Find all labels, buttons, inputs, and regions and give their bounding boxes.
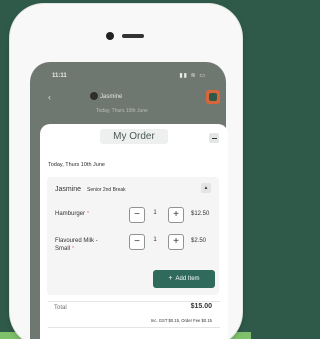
status-icons: ▮▮ ≋ ▭ <box>179 73 206 79</box>
order-sheet: My Order Today, Thurs 10th June Jasmine … <box>40 124 228 339</box>
total-value: $15.00 <box>190 303 212 310</box>
order-title: My Order <box>100 129 168 144</box>
item-price: $12.50 <box>191 211 210 217</box>
status-time: 11:11 <box>52 73 67 79</box>
break-label: Senior 2nd Break <box>87 187 126 193</box>
item-price: $2.50 <box>191 238 207 244</box>
decrease-quantity-button[interactable]: − <box>129 234 145 250</box>
decrease-quantity-button[interactable]: − <box>129 207 145 223</box>
collapse-button[interactable] <box>209 133 219 143</box>
status-bar: 11:11 ▮▮ ≋ ▭ <box>30 62 226 84</box>
order-date: Today, Thurs 10th June <box>48 162 105 168</box>
add-item-button[interactable]: + Add Item <box>153 270 215 288</box>
chevron-left-icon[interactable]: ‹ <box>48 92 51 102</box>
item-name: Hamburger * <box>55 211 89 217</box>
cart-icon <box>209 93 217 101</box>
increase-quantity-button[interactable]: + <box>168 234 184 250</box>
header-student-name: Jasmine <box>100 94 123 100</box>
speaker-grille <box>122 34 144 38</box>
increase-quantity-button[interactable]: + <box>168 207 184 223</box>
header-subtitle: Today, Thurs 10th June <box>96 108 148 114</box>
required-marker: * <box>87 211 89 217</box>
avatar <box>90 92 98 100</box>
plus-icon: + <box>168 275 173 282</box>
quantity-value: 1 <box>153 210 157 216</box>
required-marker: * <box>72 246 74 252</box>
app-header: ‹ Jasmine Today, Thurs 10th June <box>30 86 226 114</box>
front-camera <box>106 32 114 40</box>
quantity-value: 1 <box>153 237 157 243</box>
divider <box>48 301 220 302</box>
add-item-label: Add Item <box>175 276 200 282</box>
student-name: Jasmine <box>55 186 82 193</box>
student-order-card: Jasmine Senior 2nd Break ▲ Hamburger * − … <box>47 177 219 295</box>
total-label: Total <box>54 305 67 311</box>
total-note: Inc. GST $0.15, Order Fee $0.15 <box>150 318 212 323</box>
divider <box>48 327 220 328</box>
chevron-up-icon[interactable]: ▲ <box>201 183 211 193</box>
item-name: Flavoured Milk - Small * <box>55 238 98 252</box>
